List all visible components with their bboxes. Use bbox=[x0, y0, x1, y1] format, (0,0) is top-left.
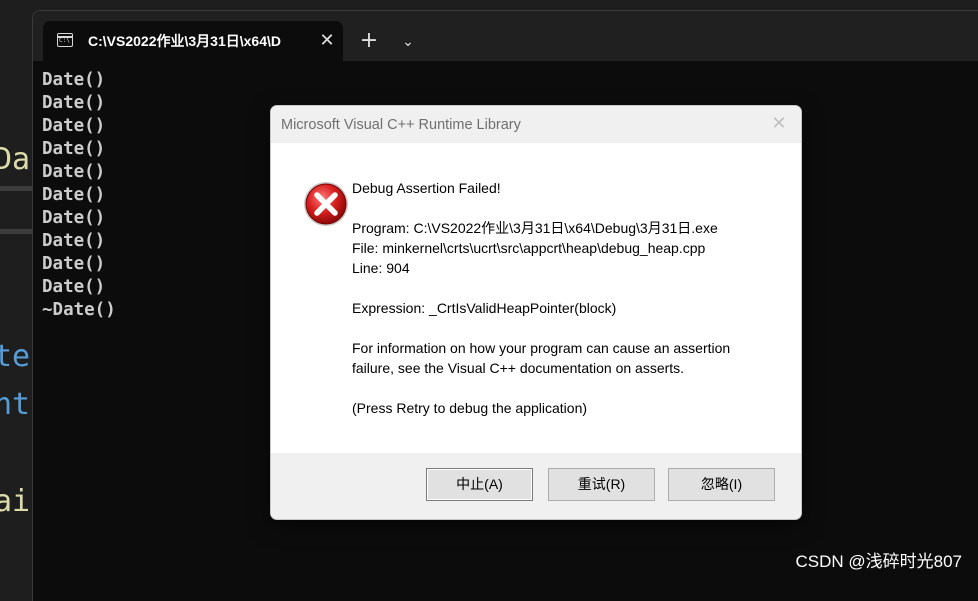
watermark: CSDN @浅碎时光807 bbox=[795, 552, 962, 571]
assertion-heading: Debug Assertion Failed! bbox=[352, 180, 501, 196]
retry-hint: (Press Retry to debug the application) bbox=[352, 400, 588, 416]
output-line: Date() bbox=[42, 139, 106, 159]
error-icon bbox=[304, 182, 348, 226]
tab-close-icon[interactable]: ✕ bbox=[315, 29, 339, 53]
assertion-dialog: Microsoft Visual C++ Runtime Library ✕ D… bbox=[270, 105, 802, 520]
output-line: Date() bbox=[42, 231, 106, 251]
tab-title: C:\VS2022作业\3月31日\x64\D bbox=[88, 33, 281, 49]
new-tab-button[interactable]: + bbox=[356, 29, 382, 55]
output-line: Date() bbox=[42, 254, 106, 274]
output-line: Date() bbox=[42, 185, 106, 205]
terminal-tab[interactable]: C:\ C:\VS2022作业\3月31日\x64\D ✕ bbox=[43, 21, 343, 61]
output-line: Date() bbox=[42, 277, 106, 297]
dialog-message: Debug Assertion Failed! Program: C:\VS20… bbox=[352, 178, 792, 418]
dialog-body: Debug Assertion Failed! Program: C:\VS20… bbox=[271, 143, 801, 453]
dialog-close-icon[interactable]: ✕ bbox=[767, 112, 791, 136]
console-icon: C:\ bbox=[57, 33, 73, 47]
output-line: Date() bbox=[42, 162, 106, 182]
terminal-output: Date() Date() Date() Date() Date() Date(… bbox=[42, 69, 116, 322]
output-line: Date() bbox=[42, 70, 106, 90]
output-line: Date() bbox=[42, 208, 106, 228]
program-path: Program: C:\VS2022作业\3月31日\x64\Debug\3月3… bbox=[352, 220, 718, 236]
expression-text: Expression: _CrtIsValidHeapPointer(block… bbox=[352, 300, 617, 316]
info-text: failure, see the Visual C++ documentatio… bbox=[352, 360, 685, 376]
chevron-down-icon[interactable]: ⌄ bbox=[397, 31, 419, 53]
editor-code-fragment: Da bbox=[0, 142, 31, 177]
line-number: Line: 904 bbox=[352, 260, 410, 276]
output-line: Date() bbox=[42, 116, 106, 136]
editor-code-fragment: ai bbox=[0, 484, 31, 519]
retry-button[interactable]: 重试(R) bbox=[548, 468, 655, 501]
dialog-title: Microsoft Visual C++ Runtime Library bbox=[281, 117, 521, 133]
output-line: Date() bbox=[42, 93, 106, 113]
editor-code-fragment: te bbox=[0, 339, 31, 374]
editor-code-fragment: nt bbox=[0, 387, 31, 422]
dialog-button-bar: 中止(A) 重试(R) 忽略(I) bbox=[271, 453, 801, 519]
output-line: ~Date() bbox=[42, 300, 116, 320]
abort-button[interactable]: 中止(A) bbox=[426, 468, 533, 501]
terminal-tab-bar: C:\ C:\VS2022作业\3月31日\x64\D ✕ + ⌄ bbox=[33, 11, 978, 61]
ignore-button[interactable]: 忽略(I) bbox=[668, 468, 775, 501]
info-text: For information on how your program can … bbox=[352, 340, 731, 356]
dialog-titlebar[interactable]: Microsoft Visual C++ Runtime Library ✕ bbox=[271, 106, 801, 143]
file-path: File: minkernel\crts\ucrt\src\appcrt\hea… bbox=[352, 240, 706, 256]
